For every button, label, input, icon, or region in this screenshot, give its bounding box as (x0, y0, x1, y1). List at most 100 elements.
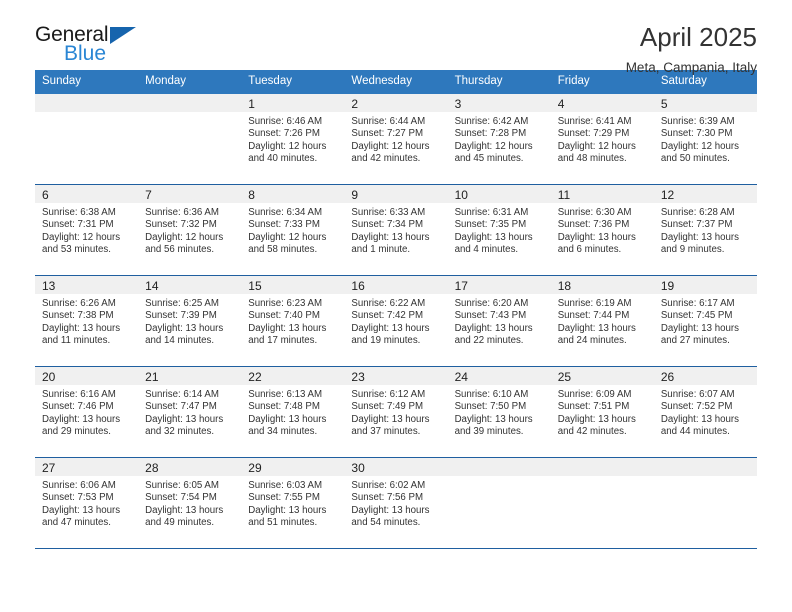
day-detail-line: Sunrise: 6:22 AM (351, 298, 426, 309)
day-detail-line: Sunrise: 6:10 AM (454, 389, 529, 400)
day-detail-line: Daylight: 13 hours (351, 322, 430, 334)
calendar-day-cell[interactable]: 10 Sunrise: 6:31 AM Sunset: 7:35 PM Dayligh… (447, 184, 551, 276)
calendar-day-cell[interactable]: 18 Sunrise: 6:19 AM Sunset: 7:44 PM Dayligh… (550, 275, 654, 367)
calendar-day-cell[interactable]: 28 Sunrise: 6:05 AM Sunset: 7:54 PM Dayligh… (138, 457, 242, 548)
day-number-band: 6 (35, 185, 139, 203)
day-number-band: 28 (138, 458, 242, 476)
cell-content (138, 94, 242, 184)
day-detail-line: and 42 minutes. (351, 153, 421, 165)
day-detail-line: Sunset: 7:35 PM (454, 219, 527, 231)
day-number-band: 9 (344, 185, 448, 203)
calendar-page: General Blue April 2025 Meta, Campania, … (0, 0, 792, 612)
calendar-day-cell[interactable]: 17 Sunrise: 6:20 AM Sunset: 7:43 PM Dayligh… (447, 275, 551, 367)
day-detail-line: and 49 minutes. (145, 517, 215, 529)
day-detail-block (447, 476, 551, 480)
day-detail-line: and 50 minutes. (660, 153, 730, 165)
day-detail-line: Sunrise: 6:14 AM (145, 389, 219, 400)
day-detail-line: Sunset: 7:39 PM (145, 310, 217, 322)
day-detail-block: Sunrise: 6:42 AM Sunset: 7:28 PM Daylight:… (447, 112, 551, 166)
general-blue-logo[interactable]: General Blue (35, 24, 195, 76)
calendar-day-cell[interactable]: 11 Sunrise: 6:30 AM Sunset: 7:36 PM Dayligh… (550, 184, 654, 276)
day-detail-block: Sunrise: 6:20 AM Sunset: 7:43 PM Daylight:… (447, 294, 551, 348)
triangle-icon (110, 27, 136, 44)
calendar-empty-cell (653, 457, 757, 548)
day-detail-line: and 22 minutes. (454, 335, 524, 347)
cell-content: 15 Sunrise: 6:23 AM Sunset: 7:40 PM Dayligh… (241, 276, 345, 366)
day-number: 1 (248, 97, 255, 111)
calendar-day-cell[interactable]: 23 Sunrise: 6:12 AM Sunset: 7:49 PM Dayligh… (344, 366, 448, 458)
calendar-day-cell[interactable]: 12 Sunrise: 6:28 AM Sunset: 7:37 PM Dayligh… (653, 184, 757, 276)
calendar-day-cell[interactable]: 9 Sunrise: 6:33 AM Sunset: 7:34 PM Daylight… (344, 184, 448, 276)
day-detail-line: Sunset: 7:55 PM (248, 492, 320, 504)
cell-content: 25 Sunrise: 6:09 AM Sunset: 7:51 PM Dayligh… (550, 367, 654, 457)
day-detail-line: Daylight: 13 hours (248, 504, 327, 516)
day-detail-line: Sunset: 7:31 PM (42, 219, 114, 231)
calendar-day-cell[interactable]: 26 Sunrise: 6:07 AM Sunset: 7:52 PM Dayligh… (653, 366, 757, 458)
calendar-day-cell[interactable]: 8 Sunrise: 6:34 AM Sunset: 7:33 PM Daylight… (241, 184, 345, 276)
calendar-day-cell[interactable]: 22 Sunrise: 6:13 AM Sunset: 7:48 PM Dayligh… (241, 366, 345, 458)
calendar-day-cell[interactable]: 3 Sunrise: 6:42 AM Sunset: 7:28 PM Daylight… (447, 94, 551, 185)
day-number: 5 (660, 97, 668, 111)
day-number-band: 8 (241, 185, 345, 203)
day-detail-line: and 1 minute. (351, 244, 411, 256)
day-detail-line: Sunset: 7:52 PM (660, 401, 733, 413)
day-detail-line: Sunset: 7:43 PM (454, 310, 527, 322)
day-detail-line: Daylight: 13 hours (454, 413, 533, 425)
day-detail-block: Sunrise: 6:41 AM Sunset: 7:29 PM Daylight:… (550, 112, 654, 166)
calendar-day-cell[interactable]: 2 Sunrise: 6:44 AM Sunset: 7:27 PM Daylight… (344, 94, 448, 185)
day-detail-block: Sunrise: 6:03 AM Sunset: 7:55 PM Daylight:… (241, 476, 345, 530)
day-detail-block (138, 112, 242, 116)
day-detail-line: Daylight: 12 hours (660, 140, 739, 152)
calendar-day-cell[interactable]: 29 Sunrise: 6:03 AM Sunset: 7:55 PM Dayligh… (241, 457, 345, 548)
day-detail-line: Sunset: 7:29 PM (557, 128, 630, 140)
cell-content: 10 Sunrise: 6:31 AM Sunset: 7:35 PM Dayligh… (447, 185, 551, 275)
cell-content: 2 Sunrise: 6:44 AM Sunset: 7:27 PM Daylight… (344, 94, 448, 184)
day-number-band: 29 (241, 458, 345, 476)
calendar-day-cell[interactable]: 4 Sunrise: 6:41 AM Sunset: 7:29 PM Daylight… (550, 94, 654, 185)
day-detail-line: Sunrise: 6:26 AM (42, 298, 116, 309)
day-number-band (653, 458, 757, 476)
day-number-band (550, 458, 654, 476)
day-detail-line: Daylight: 13 hours (660, 322, 739, 334)
day-detail-line: Daylight: 12 hours (145, 231, 224, 243)
calendar-day-cell[interactable]: 7 Sunrise: 6:36 AM Sunset: 7:32 PM Daylight… (138, 184, 242, 276)
calendar-day-cell[interactable]: 20 Sunrise: 6:16 AM Sunset: 7:46 PM Dayligh… (35, 366, 139, 458)
calendar-day-cell[interactable]: 24 Sunrise: 6:10 AM Sunset: 7:50 PM Dayligh… (447, 366, 551, 458)
calendar-day-cell[interactable]: 1 Sunrise: 6:46 AM Sunset: 7:26 PM Daylight… (241, 94, 345, 185)
calendar-day-cell[interactable]: 27 Sunrise: 6:06 AM Sunset: 7:53 PM Dayligh… (35, 457, 139, 548)
day-detail-line: Sunset: 7:53 PM (42, 492, 114, 504)
day-detail-line: Sunset: 7:47 PM (145, 401, 217, 413)
grid-bottom-rule (35, 548, 757, 549)
day-number: 12 (660, 188, 675, 202)
calendar-day-cell[interactable]: 21 Sunrise: 6:14 AM Sunset: 7:47 PM Dayligh… (138, 366, 242, 458)
calendar-day-cell[interactable]: 5 Sunrise: 6:39 AM Sunset: 7:30 PM Daylight… (653, 94, 757, 185)
cell-content: 30 Sunrise: 6:02 AM Sunset: 7:56 PM Dayligh… (344, 458, 448, 548)
day-detail-line: Sunrise: 6:09 AM (557, 389, 632, 400)
cell-content: 23 Sunrise: 6:12 AM Sunset: 7:49 PM Dayligh… (344, 367, 448, 457)
day-number-band (35, 94, 139, 112)
calendar-day-cell[interactable]: 6 Sunrise: 6:38 AM Sunset: 7:31 PM Daylight… (35, 184, 139, 276)
day-detail-block: Sunrise: 6:46 AM Sunset: 7:26 PM Daylight:… (241, 112, 345, 166)
day-detail-line: and 34 minutes. (248, 426, 318, 438)
calendar-day-cell[interactable]: 25 Sunrise: 6:09 AM Sunset: 7:51 PM Dayligh… (550, 366, 654, 458)
calendar-day-cell[interactable]: 14 Sunrise: 6:25 AM Sunset: 7:39 PM Dayligh… (138, 275, 242, 367)
day-detail-line: and 54 minutes. (351, 517, 421, 529)
day-detail-block: Sunrise: 6:06 AM Sunset: 7:53 PM Daylight:… (35, 476, 139, 530)
day-detail-line: Daylight: 13 hours (660, 231, 739, 243)
calendar-day-cell[interactable]: 19 Sunrise: 6:17 AM Sunset: 7:45 PM Dayligh… (653, 275, 757, 367)
calendar-day-cell[interactable]: 13 Sunrise: 6:26 AM Sunset: 7:38 PM Dayligh… (35, 275, 139, 367)
day-number-band: 15 (241, 276, 345, 294)
day-detail-line: Sunrise: 6:36 AM (145, 207, 219, 218)
cell-content: 8 Sunrise: 6:34 AM Sunset: 7:33 PM Daylight… (241, 185, 345, 275)
day-number-band: 27 (35, 458, 139, 476)
cell-content: 24 Sunrise: 6:10 AM Sunset: 7:50 PM Dayligh… (447, 367, 551, 457)
day-detail-line: Sunset: 7:37 PM (660, 219, 733, 231)
day-detail-line: Sunrise: 6:30 AM (557, 207, 632, 218)
day-detail-block: Sunrise: 6:05 AM Sunset: 7:54 PM Daylight:… (138, 476, 242, 530)
cell-content: 3 Sunrise: 6:42 AM Sunset: 7:28 PM Daylight… (447, 94, 551, 184)
calendar-day-cell[interactable]: 16 Sunrise: 6:22 AM Sunset: 7:42 PM Dayligh… (344, 275, 448, 367)
calendar-day-cell[interactable]: 15 Sunrise: 6:23 AM Sunset: 7:40 PM Dayligh… (241, 275, 345, 367)
day-detail-block: Sunrise: 6:36 AM Sunset: 7:32 PM Daylight:… (138, 203, 242, 257)
calendar-day-cell[interactable]: 30 Sunrise: 6:02 AM Sunset: 7:56 PM Dayligh… (344, 457, 448, 548)
day-number-band: 22 (241, 367, 345, 385)
